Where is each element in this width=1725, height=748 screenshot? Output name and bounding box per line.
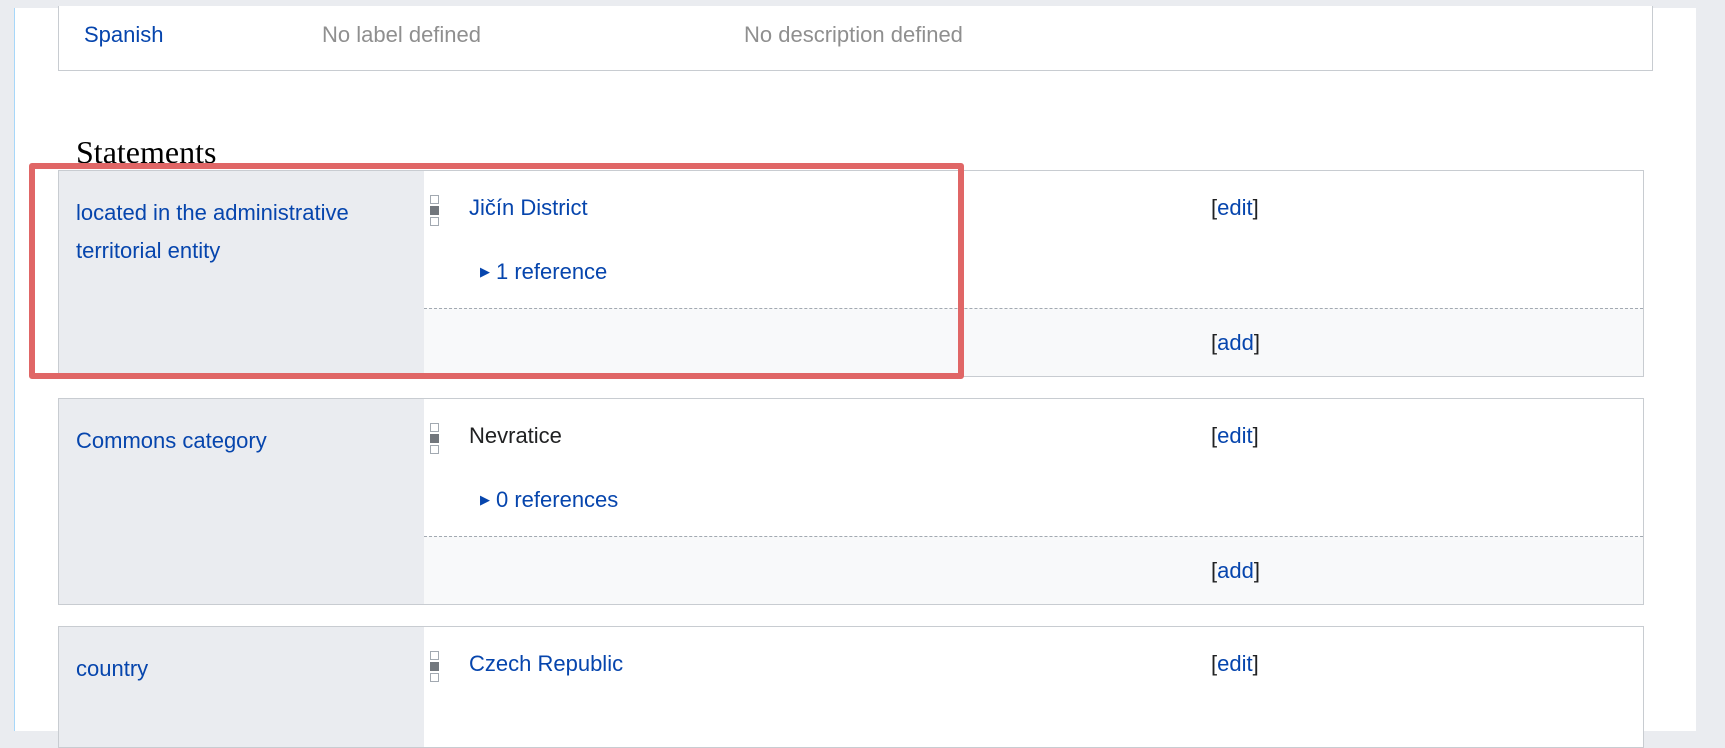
statement-group-commons-category: Commons category Nevratice [edit] ▶ 0 ref… <box>58 398 1644 605</box>
statement-group-located-in: located in the administrative territoria… <box>58 170 1644 377</box>
property-link[interactable]: country <box>76 650 396 688</box>
statements-heading: Statements <box>76 134 217 170</box>
expand-triangle-icon: ▶ <box>480 264 490 279</box>
page-content: Spanish No label defined No description … <box>14 6 1696 748</box>
rank-selector-icon[interactable] <box>430 651 439 683</box>
add-value-row: [add] <box>424 536 1643 604</box>
property-cell: located in the administrative territoria… <box>59 171 424 376</box>
references-toggle[interactable]: ▶ 0 references <box>480 486 618 514</box>
description-placeholder: No description defined <box>744 22 963 47</box>
edit-button[interactable]: [edit] <box>1211 650 1259 678</box>
rank-selector-icon[interactable] <box>430 195 439 227</box>
property-link[interactable]: located in the administrative territoria… <box>76 194 396 270</box>
references-toggle[interactable]: ▶ 1 reference <box>480 258 607 286</box>
property-cell: country <box>59 627 424 747</box>
value-cell: Nevratice [edit] ▶ 0 references [add] <box>424 399 1643 604</box>
edit-button[interactable]: [edit] <box>1211 194 1259 222</box>
rank-selector-icon[interactable] <box>430 423 439 455</box>
edit-link-text[interactable]: edit <box>1217 423 1252 448</box>
property-link[interactable]: Commons category <box>76 422 396 460</box>
references-count: 0 references <box>496 487 619 512</box>
expand-triangle-icon: ▶ <box>480 492 490 507</box>
statement-value-link[interactable]: Czech Republic <box>469 650 623 678</box>
statement-value-link[interactable]: Jičín District <box>469 194 588 222</box>
property-cell: Commons category <box>59 399 424 604</box>
edit-link-text[interactable]: edit <box>1217 651 1252 676</box>
add-link-text[interactable]: add <box>1217 558 1254 583</box>
statement-group-country: country Czech Republic [edit] <box>58 626 1644 748</box>
label-placeholder: No label defined <box>322 22 482 47</box>
references-count: 1 reference <box>496 259 608 284</box>
add-link-text[interactable]: add <box>1217 330 1254 355</box>
edit-button[interactable]: [edit] <box>1211 422 1259 450</box>
add-button[interactable]: [add] <box>1211 557 1260 585</box>
value-cell: Czech Republic [edit] <box>424 627 1643 747</box>
add-button[interactable]: [add] <box>1211 329 1260 357</box>
value-cell: Jičín District [edit] ▶ 1 reference [add] <box>424 171 1643 376</box>
add-value-row: [add] <box>424 308 1643 376</box>
statement-value: Nevratice <box>469 423 562 448</box>
terms-table-row: Spanish No label defined No description … <box>58 6 1653 71</box>
edit-link-text[interactable]: edit <box>1217 195 1252 220</box>
language-link[interactable]: Spanish <box>84 22 164 48</box>
